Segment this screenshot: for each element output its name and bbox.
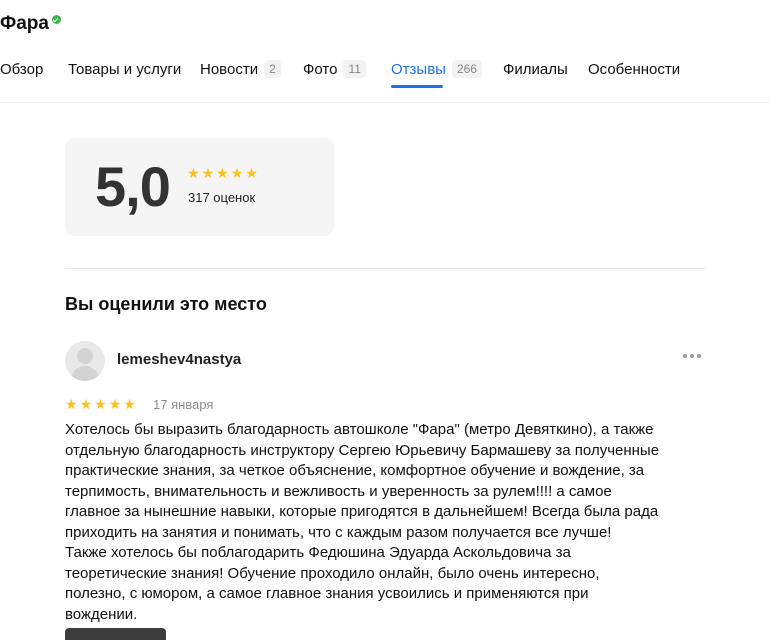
tab-label: Фото: [303, 60, 338, 78]
tab-label: Товары и услуги: [68, 60, 182, 78]
section-divider: [65, 268, 705, 269]
review-author-name[interactable]: lemeshev4nastya: [117, 351, 241, 368]
tab-bar: Обзор Товары и услуги Новости 2 Фото 11 …: [0, 58, 770, 103]
tab-news[interactable]: Новости 2: [200, 58, 281, 80]
review-text-line: полезно, с юмором, а самое главное знани…: [65, 585, 589, 602]
tab-count-badge: 2: [264, 60, 281, 78]
tab-label: Филиалы: [503, 60, 568, 78]
rating-count: 317 оценок: [188, 190, 256, 205]
review-text-line: практические знания, за четкое объяснени…: [65, 462, 645, 479]
review-action-button[interactable]: [65, 628, 166, 640]
place-title: Фара: [0, 13, 49, 34]
star-icon: ★: [79, 396, 93, 412]
active-tab-indicator: [391, 85, 443, 88]
verified-check-icon: [51, 15, 61, 24]
user-avatar-icon[interactable]: [65, 341, 105, 381]
tab-overview[interactable]: Обзор: [0, 58, 43, 80]
review-text-line: приходить на занятия и понимать, что с к…: [65, 523, 612, 541]
place-header: Фара: [0, 11, 61, 37]
star-icon: ★: [201, 165, 215, 181]
review-text-line: Также хотелось бы поблагодарить Федюшина…: [65, 544, 571, 561]
star-icon: ★: [65, 396, 78, 412]
tab-label: Новости: [200, 60, 259, 78]
star-icon: ★: [187, 165, 200, 181]
review-text-line: Хотелось бы выразить благодарность автош…: [65, 421, 654, 438]
tab-features[interactable]: Особенности: [588, 58, 680, 80]
tab-label: Обзор: [0, 60, 44, 78]
star-icon: ★: [230, 165, 244, 181]
review-text-line: отдельную благодарность инструктору Серг…: [65, 441, 660, 459]
review-text-line: главное за нынешние навыки, которые приг…: [65, 503, 659, 520]
tab-goods-services[interactable]: Товары и услуги: [68, 58, 181, 80]
rating-stars: ★ ★ ★ ★ ★: [187, 166, 258, 180]
review-text-line: вождении.: [65, 605, 138, 623]
rating-score: 5,0: [95, 155, 171, 218]
review-date: 17 января: [153, 397, 214, 412]
star-icon: ★: [108, 396, 122, 412]
tab-count-badge: 266: [451, 60, 482, 78]
tab-branches[interactable]: Филиалы: [503, 58, 568, 80]
tab-reviews[interactable]: Отзывы 266: [391, 58, 482, 80]
review-text-line: теоретические знания! Обучение проходило…: [65, 564, 600, 582]
star-icon: ★: [245, 165, 258, 181]
review-text-line: терпимость, внимательность и вежливость …: [65, 482, 612, 500]
tab-photos[interactable]: Фото 11: [303, 58, 366, 80]
star-icon: ★: [94, 396, 107, 412]
review-text: Хотелось бы выразить благодарность автош…: [65, 420, 713, 625]
review-stars: ★ ★ ★ ★ ★: [65, 397, 136, 411]
my-review-section-title: Вы оценили это место: [65, 294, 267, 314]
star-icon: ★: [123, 396, 136, 412]
rating-summary-card: 5,0 ★ ★ ★ ★ ★ 317 оценок: [65, 138, 334, 236]
star-icon: ★: [216, 165, 229, 181]
more-dots-icon[interactable]: [683, 354, 701, 358]
tab-label: Особенности: [588, 60, 681, 78]
tab-count-badge: 11: [343, 60, 366, 78]
tab-label: Отзывы: [391, 60, 446, 78]
